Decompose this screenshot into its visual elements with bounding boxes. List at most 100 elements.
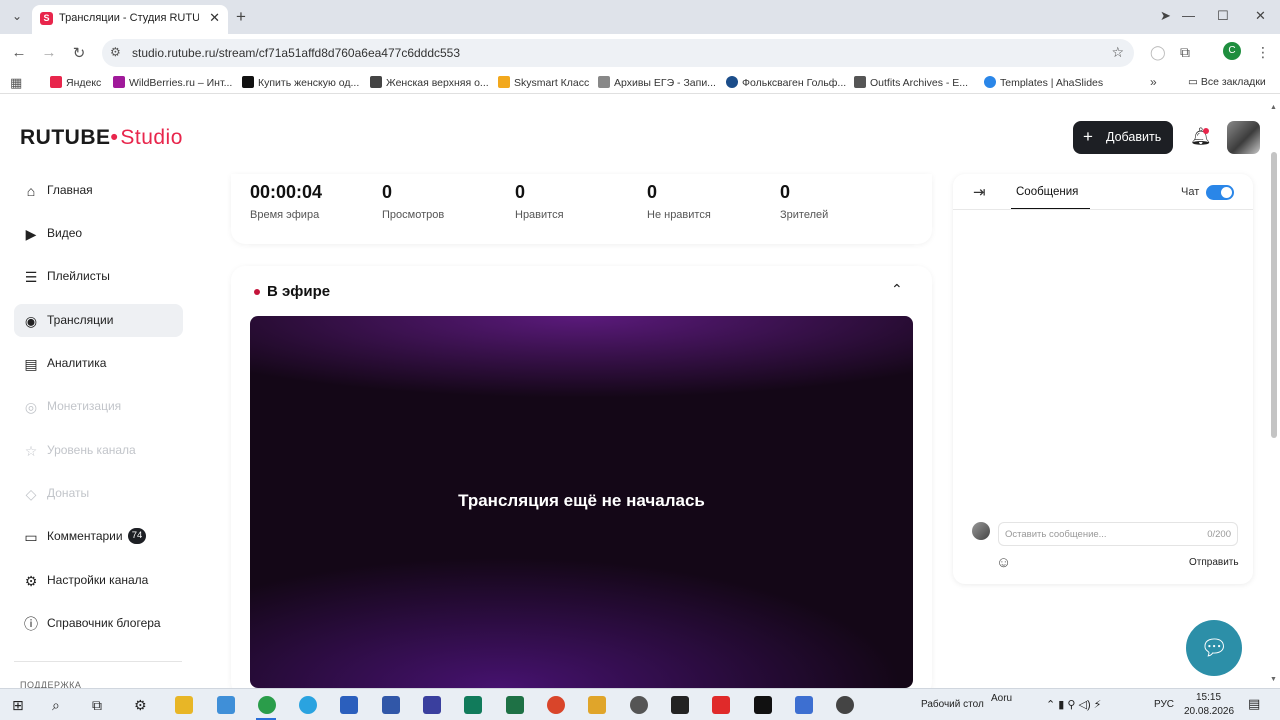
telegram-icon[interactable] xyxy=(299,696,317,714)
page-scrollbar[interactable]: ▲ ▼ xyxy=(1268,100,1280,688)
video-player[interactable]: Трансляция ещё не началась xyxy=(250,316,913,688)
tray-user-label: Aoru xyxy=(991,693,1013,704)
sidebar-item-donations: ◇ Донаты xyxy=(14,477,183,510)
extensions-puzzle-icon[interactable]: ⧉ xyxy=(1180,44,1190,61)
scanner-app-icon[interactable] xyxy=(423,696,441,714)
help-chat-bubble-icon[interactable]: 💬︎ xyxy=(1186,620,1242,676)
forward-arrow-icon[interactable]: → xyxy=(40,44,58,61)
sidebar-item-comments[interactable]: ▭ Комментарии 74 xyxy=(14,520,183,553)
sidebar-divider xyxy=(14,661,182,662)
publisher-icon[interactable] xyxy=(464,696,482,714)
sidebar-item-playlists[interactable]: ☰ Плейлисты xyxy=(14,260,183,293)
tab-messages[interactable]: Сообщения xyxy=(1016,186,1078,198)
powerpoint-icon[interactable] xyxy=(547,696,565,714)
scroll-down-arrow-icon[interactable]: ▼ xyxy=(1270,676,1277,683)
printer-app-icon[interactable] xyxy=(382,696,400,714)
stream-stats-card: 00:00:04 Время эфира 0 Просмотров 0 Нравитс… xyxy=(231,174,932,244)
video-icon: ▶ xyxy=(25,226,37,242)
clock-time: 15:15 xyxy=(1196,692,1222,703)
game-app-icon[interactable] xyxy=(588,696,606,714)
windows-start-icon[interactable]: ⊞ xyxy=(12,697,24,714)
bookmark-item[interactable]: Skysmart Класс xyxy=(498,76,589,89)
notification-dot xyxy=(1203,128,1209,134)
sidebar-item-home[interactable]: ⌂ Главная xyxy=(14,174,183,207)
browser-tab-active[interactable]: S Трансляции - Студия RUTUBE ✕ xyxy=(32,5,228,34)
bookmark-item[interactable]: Фольксваген Гольф... xyxy=(726,76,846,89)
live-stream-card: В эфире ⌃ Трансляция ещё не началась xyxy=(231,266,932,696)
task-view-icon[interactable]: ⧉ xyxy=(92,697,102,714)
sidebar-item-channel-settings[interactable]: ⚙ Настройки канала xyxy=(14,564,183,597)
bookmark-item[interactable]: Яндекс xyxy=(50,76,101,89)
notification-center-icon[interactable]: ▤ xyxy=(1248,696,1260,712)
sidebar-item-analytics[interactable]: ▤ Аналитика xyxy=(14,347,183,380)
sidebar-item-broadcasts[interactable]: ◉ Трансляции xyxy=(14,304,183,337)
back-arrow-icon[interactable]: ← xyxy=(10,44,28,61)
bookmark-item[interactable]: Outfits Archives - E... xyxy=(854,76,968,89)
close-window-icon[interactable]: ✕ xyxy=(1255,8,1266,24)
zoom-app-icon[interactable] xyxy=(795,696,813,714)
bookmarks-overflow-icon[interactable]: » xyxy=(1150,75,1157,89)
media-app-icon[interactable] xyxy=(630,696,648,714)
reload-icon[interactable]: ↻ xyxy=(70,44,88,62)
obs-icon[interactable] xyxy=(836,696,854,714)
yandex-browser-icon[interactable] xyxy=(712,696,730,714)
emoji-icon[interactable]: ☺ xyxy=(996,554,1011,571)
bookmark-item[interactable]: Templates | AhaSlides xyxy=(984,76,1103,89)
stat-airtime: 00:00:04 Время эфира xyxy=(250,182,323,221)
stat-likes: 0 Нравится xyxy=(515,182,564,221)
bookmark-item[interactable]: Женская верхняя о... xyxy=(370,76,489,89)
bookmark-favicon-icon xyxy=(370,76,382,88)
profile-avatar[interactable]: С xyxy=(1223,42,1241,60)
sidebar-item-blogger-guide[interactable]: ⓘ Справочник блогера xyxy=(14,607,183,640)
scrollbar-thumb[interactable] xyxy=(1271,152,1277,438)
info-icon: ⓘ xyxy=(24,616,38,632)
chat-input-placeholder: Оставить сообщение... xyxy=(1005,529,1107,540)
browser-menu-icon[interactable]: ⋮ xyxy=(1256,44,1270,61)
search-icon[interactable]: ⌕ xyxy=(52,697,60,714)
monetization-icon: ◎ xyxy=(24,399,38,415)
live-indicator-dot xyxy=(254,289,260,295)
apps-grid-icon[interactable]: ▦ xyxy=(10,75,22,91)
cursor-icon: ➤ xyxy=(1160,8,1171,23)
language-indicator[interactable]: РУС xyxy=(1154,699,1174,710)
sidebar-item-video[interactable]: ▶ Видео xyxy=(14,217,183,250)
user-avatar[interactable] xyxy=(1227,121,1260,154)
desktop-toolbar-label[interactable]: Рабочий стол xyxy=(921,699,984,710)
minimize-window-icon[interactable]: — xyxy=(1182,8,1195,23)
stat-viewers: 0 Зрителей xyxy=(780,182,829,221)
plus-icon: + xyxy=(1083,127,1093,146)
rutube-studio-logo[interactable]: RUTUBE•Studio xyxy=(20,126,183,150)
chat-toggle-switch[interactable] xyxy=(1206,185,1234,200)
store-icon[interactable] xyxy=(217,696,235,714)
new-tab-plus-icon[interactable]: + xyxy=(236,7,246,27)
close-tab-icon[interactable]: ✕ xyxy=(209,10,220,26)
word-icon[interactable] xyxy=(340,696,358,714)
clock-date: 20.08.2026 xyxy=(1184,706,1235,717)
file-explorer-icon[interactable] xyxy=(175,696,193,714)
excel-icon[interactable] xyxy=(506,696,524,714)
tray-icons[interactable]: ⌃ ▮ ⚲ ◁) ⚡ xyxy=(1046,698,1101,711)
scroll-up-arrow-icon[interactable]: ▲ xyxy=(1270,104,1277,111)
send-button[interactable]: Отправить xyxy=(1189,557,1239,568)
editor-app-icon[interactable] xyxy=(754,696,772,714)
address-bar[interactable]: ⚙ studio.rutube.ru/stream/cf71a51affd8d7… xyxy=(102,39,1134,67)
tab-search-dropdown-icon[interactable]: ⌄ xyxy=(8,9,26,25)
bookmark-star-icon[interactable]: ☆ xyxy=(1111,44,1124,61)
sidebar-item-monetization: ◎ Монетизация xyxy=(14,390,183,423)
extension-circle-icon[interactable]: ◯ xyxy=(1150,44,1166,61)
maximize-window-icon[interactable]: ☐ xyxy=(1217,8,1229,24)
chrome-icon[interactable] xyxy=(258,696,276,714)
bookmark-item[interactable]: Архивы ЕГЭ - Запи... xyxy=(598,76,716,89)
settings-gear-icon[interactable]: ⚙ xyxy=(134,697,147,714)
bookmark-favicon-icon xyxy=(50,76,62,88)
analytics-icon: ▤ xyxy=(24,356,38,372)
site-info-icon[interactable]: ⚙ xyxy=(110,45,121,59)
chevron-up-icon[interactable]: ⌃ xyxy=(891,281,903,298)
capcut-icon[interactable] xyxy=(671,696,689,714)
collapse-panel-icon[interactable]: ⇥ xyxy=(973,183,986,201)
add-button[interactable]: + Добавить xyxy=(1073,121,1173,154)
chat-message-input[interactable]: Оставить сообщение... 0/200 xyxy=(998,522,1238,546)
bookmark-item[interactable]: Купить женскую од... xyxy=(242,76,359,89)
bookmark-item[interactable]: WildBerries.ru – Инт... xyxy=(113,76,232,89)
all-bookmarks-folder[interactable]: ▭ Все закладки xyxy=(1188,76,1266,88)
